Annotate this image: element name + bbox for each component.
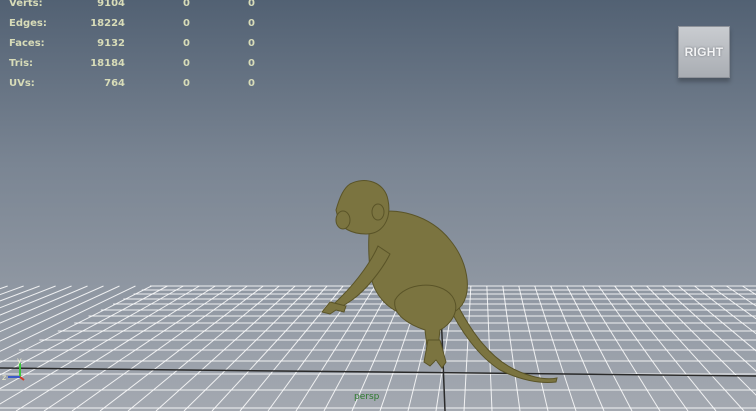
hud-value: 764 xyxy=(104,78,125,89)
hud-value: 0 xyxy=(248,18,255,29)
hud-value: 18184 xyxy=(90,58,125,69)
axis-z-label: z xyxy=(2,373,6,382)
grid-line xyxy=(502,285,521,411)
grid-line xyxy=(534,285,577,411)
monkey-model[interactable] xyxy=(321,180,558,383)
hud-value: 0 xyxy=(248,0,255,9)
hud-value: 0 xyxy=(183,0,190,9)
3d-viewport[interactable]: Verts: 9104 0 0 Edges: 18224 0 0 Faces: … xyxy=(0,0,756,411)
grid-line xyxy=(463,285,472,411)
grid-line xyxy=(598,285,689,411)
hud-label: UVs: xyxy=(9,78,35,89)
hud-value: 0 xyxy=(248,58,255,69)
grid-line xyxy=(678,285,756,352)
hud-label: Verts: xyxy=(9,0,43,9)
monkey-leg xyxy=(394,284,457,359)
viewcube-label: RIGHT xyxy=(684,45,724,59)
axis-indicator-icon: y z xyxy=(2,356,25,382)
hud-value: 0 xyxy=(183,18,190,29)
hud-label: Tris: xyxy=(9,58,34,69)
grid-line xyxy=(71,285,248,411)
monkey-muzzle xyxy=(335,210,351,230)
hud-value: 0 xyxy=(183,38,190,49)
grid-line xyxy=(0,285,104,333)
hud-value: 9132 xyxy=(97,38,125,49)
axis-y-label: y xyxy=(17,356,22,365)
grid-line xyxy=(211,285,328,411)
hud-value: 0 xyxy=(248,78,255,89)
grid-line xyxy=(630,285,745,411)
camera-name-label: persp xyxy=(354,392,380,402)
grid-line xyxy=(0,285,88,324)
hud-value: 0 xyxy=(183,58,190,69)
monkey-ear xyxy=(371,203,385,221)
grid-line xyxy=(155,285,296,411)
grid-line xyxy=(15,285,216,411)
grid-line xyxy=(0,285,200,405)
grid-line xyxy=(710,285,756,320)
grid-line xyxy=(550,285,605,411)
grid-axis-line xyxy=(0,367,756,377)
hud-label: Edges: xyxy=(9,18,47,29)
grid-line xyxy=(566,285,633,411)
grid-line xyxy=(582,285,661,411)
hud-value: 0 xyxy=(248,38,255,49)
viewcube-right[interactable]: RIGHT xyxy=(678,26,730,78)
grid-line xyxy=(0,285,152,364)
hud-value: 0 xyxy=(183,78,190,89)
monkey-tail xyxy=(447,299,558,383)
hud-value: 18224 xyxy=(90,18,125,29)
grid-line xyxy=(99,285,264,411)
hud-label: Faces: xyxy=(9,38,45,49)
grid-line xyxy=(518,285,549,411)
hud-value: 9104 xyxy=(97,0,125,9)
grid-line xyxy=(0,285,120,342)
grid-line xyxy=(694,285,756,335)
